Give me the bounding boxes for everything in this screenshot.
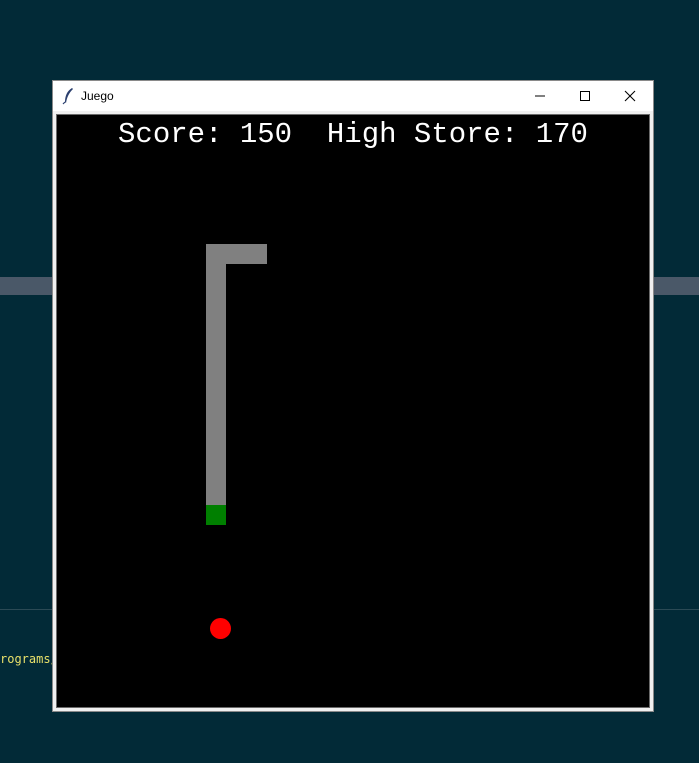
window-title: Juego	[81, 89, 114, 103]
high-score-value: 170	[535, 118, 588, 151]
minimize-icon	[534, 87, 546, 106]
title-bar[interactable]: Juego	[53, 81, 653, 111]
score-display: Score: 150 High Store: 170	[56, 118, 650, 151]
background-divider	[0, 609, 54, 610]
snake-head	[206, 505, 226, 525]
score-label: Score:	[118, 118, 223, 151]
background-divider	[653, 609, 699, 610]
snake-body	[206, 244, 226, 506]
maximize-button[interactable]	[562, 81, 607, 111]
background-stripe	[0, 277, 54, 295]
score-value: 150	[239, 118, 293, 151]
food	[210, 618, 231, 639]
minimize-button[interactable]	[517, 81, 562, 111]
close-icon	[624, 87, 636, 106]
game-canvas[interactable]: Score: 150 High Store: 170	[56, 114, 650, 708]
snake-body	[206, 244, 267, 264]
maximize-icon	[579, 87, 591, 106]
feather-icon	[61, 87, 77, 105]
background-stripe	[653, 277, 699, 295]
high-score-label: High Store:	[326, 118, 519, 151]
background-terminal-text: rograms/l	[0, 652, 54, 666]
close-button[interactable]	[607, 81, 652, 111]
game-window: Juego Score: 150 High Store: 170	[53, 81, 653, 711]
